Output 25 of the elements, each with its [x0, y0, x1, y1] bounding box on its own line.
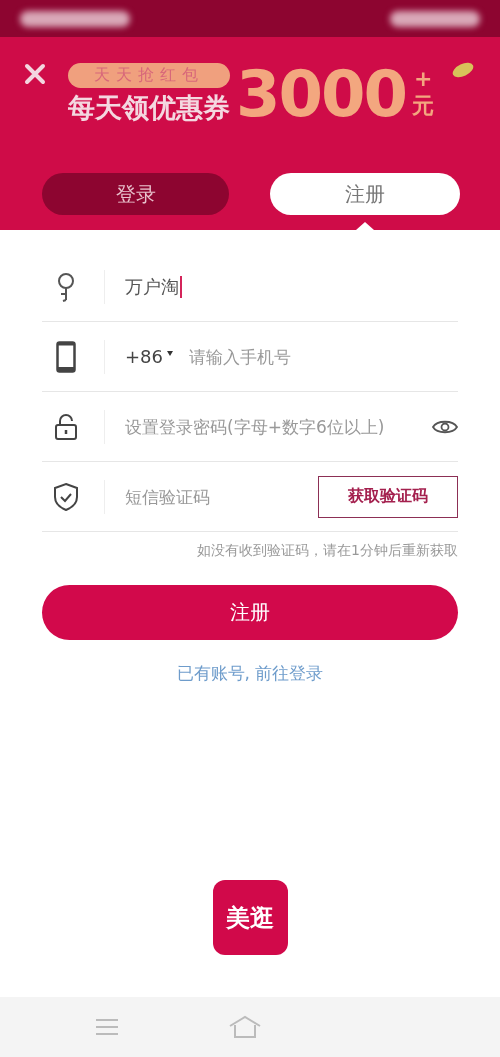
app-logo: 美逛 — [212, 880, 288, 955]
dropdown-icon[interactable] — [167, 351, 173, 356]
promo-amount: 3000 — [236, 62, 407, 126]
input-field[interactable]: 设置登录密码(字母+数字6位以上) — [125, 416, 424, 437]
coin-icon — [450, 60, 476, 80]
lock-icon — [54, 412, 78, 441]
promo-badge: 天天抢红包 — [68, 62, 230, 88]
person-icon — [56, 271, 76, 302]
phone-icon — [56, 340, 76, 373]
promo-headline: 每天领优惠券 — [68, 90, 230, 125]
input-field[interactable]: 万户淘 — [125, 274, 182, 299]
register-button[interactable]: 注册 — [42, 585, 458, 640]
input-field[interactable]: 短信验证码 — [125, 486, 318, 507]
hint-text: 如没有收到验证码，请在1分钟后重新获取 — [196, 542, 458, 560]
eye-icon[interactable] — [432, 418, 458, 435]
close-icon[interactable] — [24, 63, 46, 85]
tab[interactable]: 注册 — [270, 173, 460, 215]
country-code[interactable]: +86 — [125, 346, 163, 367]
shield-icon — [53, 481, 79, 512]
tab[interactable]: 登录 — [42, 173, 229, 215]
promo-plus: + — [413, 66, 433, 92]
get-code-button[interactable]: 获取验证码 — [318, 475, 458, 518]
input-field[interactable]: 请输入手机号 — [189, 346, 458, 367]
tab-pointer — [356, 222, 374, 230]
promo-unit: 元 — [412, 92, 435, 121]
